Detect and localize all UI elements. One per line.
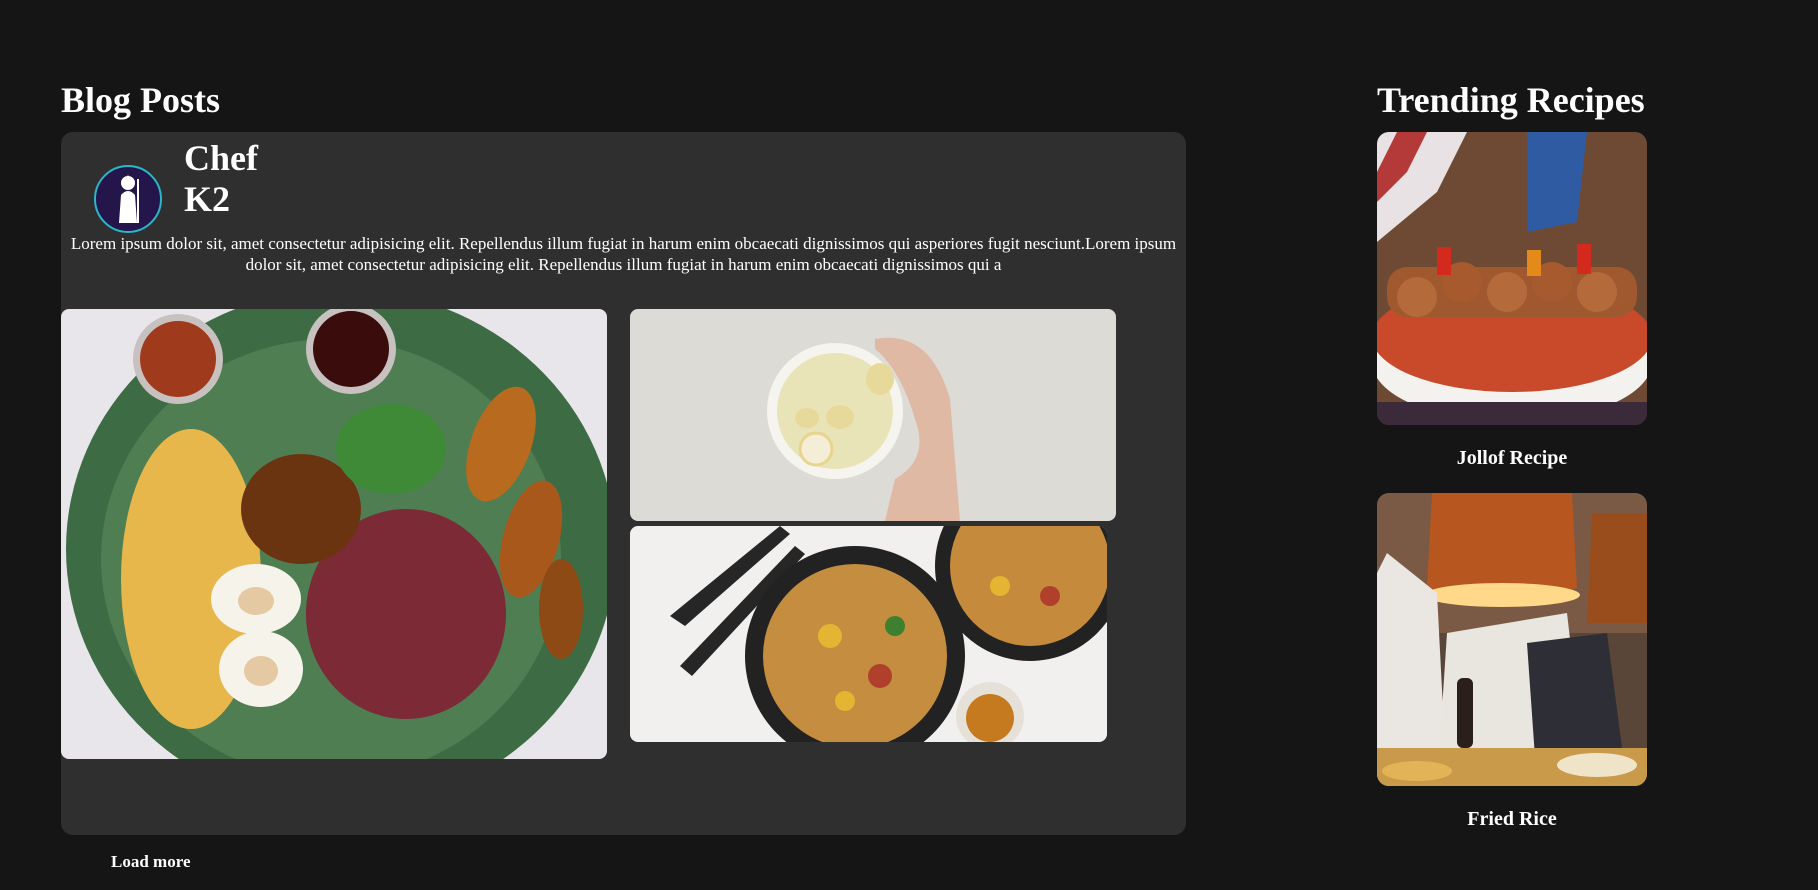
post-photo-fried-rice[interactable]: [630, 526, 1107, 742]
trending-recipe-label[interactable]: Fried Rice: [1377, 808, 1647, 831]
author-name: Chef K2: [184, 138, 258, 219]
author-header: Chef K2: [94, 138, 274, 233]
blog-post-card: Chef K2 Lorem ipsum dolor sit, amet cons…: [61, 132, 1186, 835]
post-body-text: Lorem ipsum dolor sit, amet consectetur …: [70, 234, 1177, 274]
chef-silhouette-icon: [119, 175, 139, 223]
trending-recipe-card[interactable]: Jollof Recipe: [1377, 132, 1647, 470]
post-photo-ginger-tea[interactable]: [630, 309, 1116, 521]
blog-posts-heading: Blog Posts: [61, 80, 221, 120]
chef-avatar[interactable]: [94, 165, 162, 233]
trending-recipe-image[interactable]: [1377, 493, 1647, 786]
trending-recipes-heading: Trending Recipes: [1377, 80, 1645, 120]
load-more-button[interactable]: Load more: [111, 852, 191, 872]
trending-recipe-image[interactable]: [1377, 132, 1647, 425]
page: Blog Posts Chef K2 Lorem ipsum dolor sit…: [0, 0, 1818, 890]
trending-recipe-label[interactable]: Jollof Recipe: [1377, 447, 1647, 470]
trending-recipe-card[interactable]: Fried Rice: [1377, 493, 1647, 831]
post-photo-jollof-plate[interactable]: [61, 309, 607, 759]
